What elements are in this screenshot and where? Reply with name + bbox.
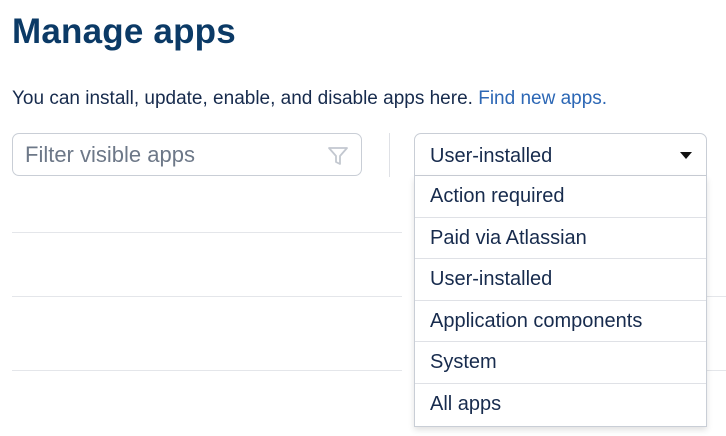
page-title: Manage apps — [12, 12, 236, 51]
menu-item-all-apps[interactable]: All apps — [415, 384, 706, 426]
menu-item-system[interactable]: System — [415, 342, 706, 384]
app-type-selected-value: User-installed — [430, 145, 553, 167]
filter-apps-field[interactable] — [12, 133, 362, 176]
menu-item-paid-via-atlassian[interactable]: Paid via Atlassian — [415, 218, 706, 259]
find-new-apps-link[interactable]: Find new apps. — [478, 88, 607, 109]
menu-item-action-required[interactable]: Action required — [415, 176, 706, 218]
app-type-dropdown-menu: Action required Paid via Atlassian User-… — [414, 176, 707, 427]
filter-apps-input[interactable] — [25, 142, 325, 168]
toolbar-divider — [389, 133, 390, 177]
background-row-divider — [707, 370, 726, 371]
caret-down-icon[interactable] — [680, 152, 692, 159]
intro-paragraph: You can install, update, enable, and dis… — [12, 88, 607, 110]
menu-item-user-installed[interactable]: User-installed — [415, 259, 706, 301]
background-row-divider — [12, 370, 402, 371]
menu-item-application-components[interactable]: Application components — [415, 301, 706, 342]
funnel-icon — [328, 147, 348, 165]
manage-apps-page: Manage apps You can install, update, ena… — [0, 0, 726, 436]
background-row-divider — [707, 296, 726, 297]
intro-text: You can install, update, enable, and dis… — [12, 88, 479, 109]
background-row-divider — [12, 232, 402, 233]
background-row-divider — [12, 296, 402, 297]
app-type-select[interactable]: User-installed — [414, 133, 707, 176]
